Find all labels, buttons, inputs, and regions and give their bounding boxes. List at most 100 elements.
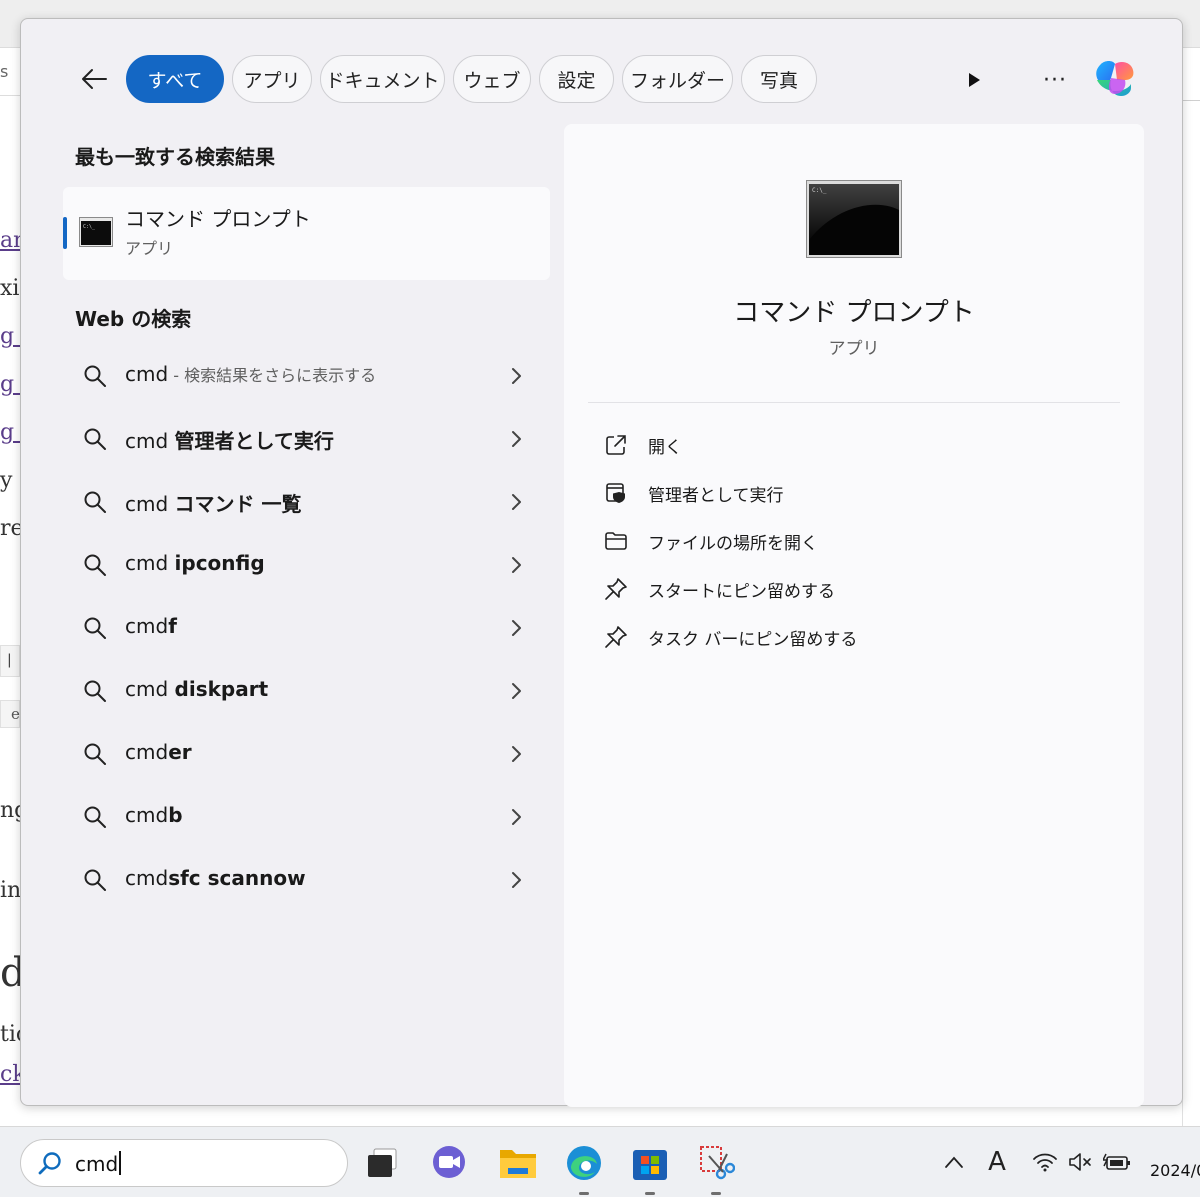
action-pin-to-start[interactable]: スタートにピン留めする bbox=[588, 568, 1120, 608]
details-title: コマンド プロンプト bbox=[733, 298, 975, 328]
search-icon bbox=[84, 806, 106, 828]
query-completion: b bbox=[168, 803, 183, 827]
web-suggestion-text: cmdsfc scannow bbox=[125, 866, 306, 890]
taskbar-search-box[interactable]: cmd bbox=[20, 1139, 348, 1187]
copilot-icon bbox=[1096, 61, 1134, 96]
web-suggestion-text: cmd 管理者として実行 bbox=[125, 425, 334, 454]
web-search-heading: Web の検索 bbox=[75, 307, 192, 331]
query-completion: f bbox=[168, 614, 177, 638]
web-suggestion-row[interactable]: cmd diskpart bbox=[63, 664, 550, 718]
query-completion: 管理者として実行 bbox=[174, 429, 334, 453]
filter-chip-folders[interactable]: フォルダー bbox=[622, 55, 733, 103]
clock-date[interactable]: 2024/0 bbox=[1150, 1161, 1200, 1180]
web-suggestion-row[interactable]: cmd コマンド 一覧 bbox=[63, 475, 550, 529]
web-suggestion-row[interactable]: cmder bbox=[63, 727, 550, 781]
background-text-fragment: s bbox=[0, 62, 9, 81]
web-suggestion-row[interactable]: cmd ipconfig bbox=[63, 538, 550, 592]
open-external-icon bbox=[606, 435, 626, 455]
action-label: 開く bbox=[648, 438, 682, 458]
action-pin-to-taskbar[interactable]: タスク バーにピン留めする bbox=[588, 616, 1120, 656]
task-view-icon bbox=[368, 1148, 397, 1177]
battery-charging-icon bbox=[1103, 1153, 1130, 1170]
query-completion: diskpart bbox=[174, 677, 269, 701]
search-icon bbox=[38, 1152, 61, 1175]
taskbar-app-file-explorer[interactable] bbox=[496, 1141, 540, 1185]
action-label: タスク バーにピン留めする bbox=[648, 630, 858, 650]
action-open[interactable]: 開く bbox=[588, 424, 1120, 464]
back-button[interactable] bbox=[76, 61, 112, 97]
query-prefix: cmd bbox=[125, 866, 169, 890]
query-completion: er bbox=[168, 740, 192, 764]
chevron-right-icon bbox=[512, 683, 521, 699]
query-prefix: cmd bbox=[125, 492, 175, 516]
search-icon bbox=[84, 365, 106, 387]
search-panel: すべて アプリ ドキュメント ウェブ 設定 フォルダー 写真 ··· 最も一致す… bbox=[20, 18, 1183, 1107]
wifi-icon bbox=[1033, 1153, 1057, 1172]
selection-indicator bbox=[63, 217, 67, 249]
background-code-block: | bbox=[0, 645, 20, 677]
web-suggestion-text: cmd - 検索結果をさらに表示する bbox=[125, 362, 376, 386]
best-match-result[interactable]: C:\_ コマンド プロンプト アプリ bbox=[63, 187, 550, 280]
query-prefix: cmd bbox=[125, 677, 175, 701]
filter-chip-apps[interactable]: アプリ bbox=[232, 55, 312, 103]
svg-text:C:\_: C:\_ bbox=[83, 224, 96, 230]
web-suggestion-text: cmd ipconfig bbox=[125, 551, 265, 575]
search-icon bbox=[84, 491, 106, 513]
store-icon bbox=[633, 1150, 667, 1180]
web-suggestion-row[interactable]: cmd - 検索結果をさらに表示する bbox=[63, 349, 550, 403]
snipping-tool-icon bbox=[700, 1146, 735, 1180]
web-suggestion-row[interactable]: cmdf bbox=[63, 601, 550, 655]
taskbar-app-snipping-tool[interactable] bbox=[694, 1141, 738, 1195]
search-icon bbox=[84, 743, 106, 765]
web-suggestion-text: cmd diskpart bbox=[125, 677, 268, 701]
query-completion: sfc scannow bbox=[168, 866, 306, 890]
chevron-right-icon bbox=[512, 368, 521, 384]
web-suggestion-row[interactable]: cmdb bbox=[63, 790, 550, 844]
show-hidden-icons-button[interactable] bbox=[940, 1147, 968, 1177]
volume-status[interactable] bbox=[1066, 1147, 1096, 1177]
chevron-right-icon bbox=[512, 431, 521, 447]
filter-chip-settings[interactable]: 設定 bbox=[539, 55, 614, 103]
more-filters-button[interactable] bbox=[959, 65, 989, 95]
arrow-left-icon bbox=[82, 69, 107, 89]
filter-chip-photos[interactable]: 写真 bbox=[741, 55, 817, 103]
pin-icon bbox=[605, 578, 627, 600]
chevron-right-icon bbox=[512, 494, 521, 510]
taskbar-app-task-view[interactable] bbox=[360, 1141, 404, 1185]
ime-indicator[interactable]: A bbox=[982, 1147, 1012, 1177]
volume-muted-icon bbox=[1069, 1153, 1091, 1171]
filter-chip-web[interactable]: ウェブ bbox=[453, 55, 531, 103]
filter-chip-documents[interactable]: ドキュメント bbox=[320, 55, 445, 103]
chevron-right-icon bbox=[512, 620, 521, 636]
taskbar-app-teams-meet[interactable] bbox=[428, 1141, 472, 1185]
text-caret bbox=[119, 1151, 122, 1175]
details-subtitle: アプリ bbox=[828, 339, 880, 359]
web-suggestion-row[interactable]: cmdsfc scannow bbox=[63, 853, 550, 907]
network-status[interactable] bbox=[1030, 1147, 1060, 1177]
play-icon bbox=[969, 73, 980, 87]
query-prefix: cmd bbox=[125, 362, 169, 386]
copilot-button[interactable] bbox=[1089, 55, 1139, 103]
folder-icon bbox=[605, 532, 627, 550]
action-open-file-location[interactable]: ファイルの場所を開く bbox=[588, 520, 1120, 560]
filter-chip-all[interactable]: すべて bbox=[126, 55, 224, 103]
web-suggestion-row[interactable]: cmd 管理者として実行 bbox=[63, 412, 550, 466]
search-icon bbox=[84, 617, 106, 639]
battery-status[interactable] bbox=[1102, 1147, 1132, 1177]
search-input[interactable]: cmd bbox=[75, 1151, 122, 1176]
more-options-button[interactable]: ··· bbox=[1039, 65, 1071, 95]
action-label: スタートにピン留めする bbox=[648, 582, 835, 602]
web-suggestion-text: cmdb bbox=[125, 803, 183, 827]
search-icon bbox=[84, 869, 106, 891]
command-prompt-icon: C:\_ bbox=[806, 180, 902, 258]
chevron-up-icon bbox=[945, 1156, 963, 1168]
action-run-as-admin[interactable]: 管理者として実行 bbox=[588, 472, 1120, 512]
running-indicator bbox=[645, 1192, 655, 1195]
shield-admin-icon bbox=[606, 483, 625, 503]
background-page-right-edge bbox=[1182, 48, 1200, 1128]
taskbar-app-microsoft-store[interactable] bbox=[628, 1141, 672, 1195]
query-prefix: cmd bbox=[125, 614, 169, 638]
taskbar: cmd A 2024/ bbox=[0, 1126, 1200, 1197]
taskbar-app-edge[interactable] bbox=[562, 1141, 606, 1195]
running-indicator bbox=[579, 1192, 589, 1195]
